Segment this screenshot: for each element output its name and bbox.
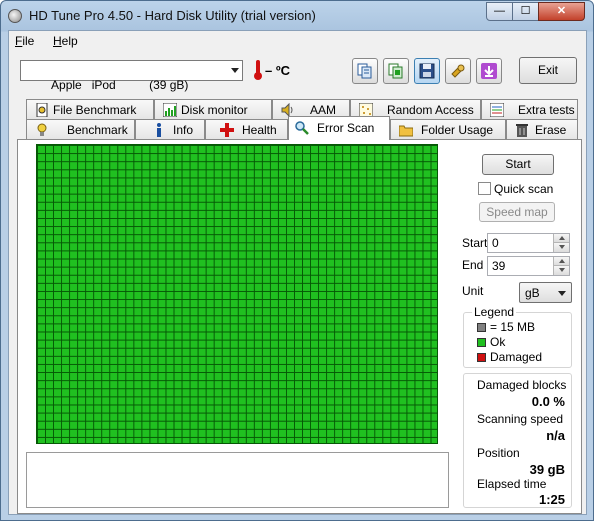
chevron-down-icon <box>558 291 566 296</box>
start-field-label: Start <box>462 236 488 250</box>
error-scan-panel: Start Quick scan Speed map Start 0 End 3… <box>17 139 582 514</box>
tab-label: Random Access <box>387 103 474 117</box>
end-decrement-button[interactable] <box>553 266 569 275</box>
tab-label: Erase <box>535 123 567 137</box>
trash-icon <box>516 124 528 137</box>
extra-tests-icon <box>490 103 504 117</box>
thermometer-icon <box>254 60 262 80</box>
end-increment-button[interactable] <box>553 257 569 266</box>
tab-strip: File Benchmark Disk monitor AAM Random A… <box>9 96 586 141</box>
legend-block-size-swatch <box>477 323 486 332</box>
tab-health[interactable]: Health <box>205 119 288 140</box>
chevron-down-icon <box>231 68 239 73</box>
magnifier-icon <box>295 121 309 135</box>
end-field-label: End <box>462 258 484 272</box>
tab-label: File Benchmark <box>53 103 137 117</box>
tab-extra-tests[interactable]: Extra tests <box>481 99 578 120</box>
scan-block-map <box>36 144 438 444</box>
quick-scan-checkbox[interactable] <box>478 182 491 195</box>
menu-bar: File Help <box>9 31 586 51</box>
disk-monitor-icon <box>163 103 177 117</box>
random-access-icon <box>359 103 373 117</box>
file-benchmark-icon <box>36 103 48 117</box>
legend-group: Legend = 15 MB Ok Damaged <box>463 305 572 368</box>
tab-label: Extra tests <box>518 103 575 117</box>
tab-folder-usage[interactable]: Folder Usage <box>390 119 506 140</box>
quick-scan-label: Quick scan <box>494 182 554 196</box>
stats-group: Damaged blocks 0.0 % Scanning speed n/a … <box>463 373 572 508</box>
copy-info-button[interactable] <box>352 58 378 84</box>
tab-disk-monitor[interactable]: Disk monitor <box>154 99 272 120</box>
legend-ok-swatch <box>477 338 486 347</box>
app-window: HD Tune Pro 4.50 - Hard Disk Utility (tr… <box>0 0 594 521</box>
legend-damaged-swatch <box>477 353 486 362</box>
scanning-speed-label: Scanning speed <box>477 412 564 426</box>
window-title: HD Tune Pro 4.50 - Hard Disk Utility (tr… <box>29 8 316 23</box>
tab-label: Error Scan <box>317 121 375 135</box>
tab-label: Disk monitor <box>181 103 248 117</box>
menu-help[interactable]: Help <box>53 34 78 48</box>
scan-log <box>26 452 449 508</box>
benchmark-icon <box>37 123 47 136</box>
health-icon <box>220 123 234 137</box>
legend-ok: Ok <box>490 335 506 349</box>
speed-map-button[interactable]: Speed map <box>479 202 555 222</box>
start-input-value: 0 <box>492 236 499 250</box>
elapsed-time-value: 1:25 <box>538 492 565 507</box>
legend-block-size: = 15 MB <box>490 320 536 334</box>
tab-file-benchmark[interactable]: File Benchmark <box>26 99 154 120</box>
client-area: File Help Apple iPod (39 gB) – ºC Exit F… <box>8 30 587 515</box>
exit-button[interactable]: Exit <box>519 57 577 84</box>
tab-erase[interactable]: Erase <box>506 119 578 140</box>
start-scan-button[interactable]: Start <box>482 154 554 175</box>
damaged-blocks-value: 0.0 % <box>531 394 565 409</box>
unit-select[interactable]: gB <box>519 282 572 303</box>
damaged-blocks-label: Damaged blocks <box>477 378 567 392</box>
unit-label: Unit <box>462 284 484 298</box>
tab-label: Folder Usage <box>421 123 494 137</box>
tab-info[interactable]: Info <box>135 119 205 140</box>
temperature-readout: – ºC <box>265 63 290 78</box>
copy-screenshot-button[interactable] <box>383 58 409 84</box>
maximize-button[interactable]: ☐ <box>512 2 539 21</box>
tab-error-scan[interactable]: Error Scan <box>288 116 390 140</box>
speaker-icon <box>281 103 293 117</box>
elapsed-time-label: Elapsed time <box>477 477 547 491</box>
position-value: 39 gB <box>529 462 565 477</box>
drive-select[interactable]: Apple iPod (39 gB) <box>20 60 243 92</box>
minimize-button[interactable]: — <box>486 2 513 21</box>
tab-label: Health <box>242 123 277 137</box>
download-icon <box>481 63 497 79</box>
scanning-speed-value: n/a <box>546 428 565 443</box>
legend-title: Legend <box>472 305 517 319</box>
end-input-value: 39 <box>492 259 506 273</box>
position-label: Position <box>477 446 520 460</box>
copy-screenshot-icon <box>388 63 403 79</box>
download-button[interactable] <box>476 58 502 84</box>
folder-icon <box>399 125 413 137</box>
start-increment-button[interactable] <box>553 234 569 243</box>
unit-select-value: gB <box>525 286 540 300</box>
tab-label: Info <box>173 123 194 137</box>
drive-select-value: Apple iPod (39 gB) <box>51 78 189 92</box>
info-icon <box>157 123 161 137</box>
copy-info-icon <box>357 63 372 79</box>
start-decrement-button[interactable] <box>553 243 569 252</box>
options-icon <box>451 64 465 78</box>
close-button[interactable]: ✕ <box>538 2 585 21</box>
tab-benchmark[interactable]: Benchmark <box>26 119 135 140</box>
tab-label: Benchmark <box>67 123 128 137</box>
options-button[interactable] <box>445 58 471 84</box>
save-button[interactable] <box>414 58 440 84</box>
save-icon <box>419 63 435 79</box>
start-input[interactable]: 0 <box>487 233 570 253</box>
title-bar[interactable]: HD Tune Pro 4.50 - Hard Disk Utility (tr… <box>1 1 593 30</box>
legend-damaged: Damaged <box>490 350 543 364</box>
hd-tune-app-icon <box>8 9 22 23</box>
end-input[interactable]: 39 <box>487 256 570 276</box>
menu-file[interactable]: File <box>15 34 34 48</box>
